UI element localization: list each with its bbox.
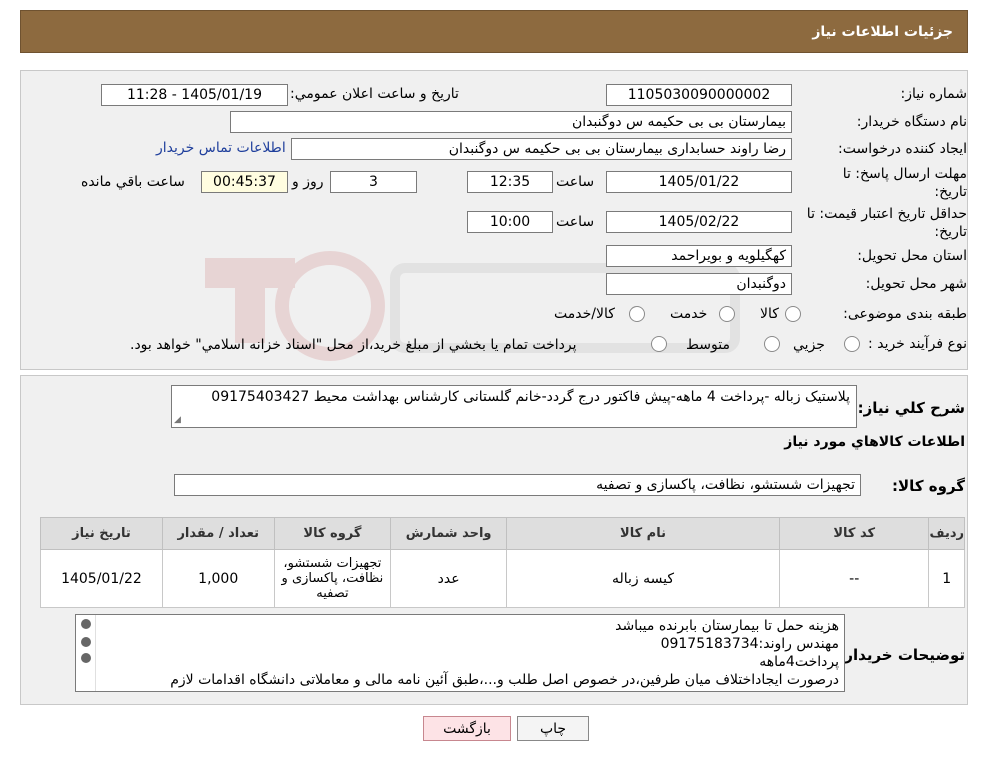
scroll-up-icon[interactable] <box>81 619 91 629</box>
process-medium-radio[interactable] <box>764 336 780 352</box>
category-label: طبقه بندی موضوعی: <box>843 306 967 322</box>
remaining-days-field: 3 <box>330 171 417 193</box>
days-label: روز و <box>292 174 324 190</box>
need-number-label: شماره نیاز: <box>900 86 968 102</box>
row-date-cell: 1405/01/22 <box>40 549 163 608</box>
description-text: پلاستیک زباله -پرداخت 4 ماهه-پیش فاکتور … <box>211 389 850 405</box>
buyer-contact-link[interactable]: اطلاعات تماس خريدار <box>156 140 286 156</box>
need-number-field: 1105030090000002 <box>606 84 792 106</box>
remaining-time-field: 00:45:37 <box>201 171 288 193</box>
goods-table-header: رديف کد کالا نام کالا واحد شمارش گروه کا… <box>40 517 965 550</box>
remaining-time-label: ساعت باقي مانده <box>81 174 185 190</box>
category-goods-radio[interactable] <box>785 306 801 322</box>
validity-date-field: 1405/02/22 <box>606 211 792 233</box>
print-button[interactable]: چاپ <box>517 716 589 741</box>
header-bar: جزئیات اطلاعات نیاز <box>20 10 968 53</box>
row-code-cell: -- <box>778 549 930 608</box>
notes-line: مهندس راوند:09175183734 <box>660 636 839 652</box>
notes-scrollbar[interactable] <box>76 615 96 691</box>
column-header-qty: تعداد / مقدار <box>161 517 275 550</box>
description-label: شرح كلي نياز: <box>857 399 965 417</box>
row-name-cell: کیسه زباله <box>506 549 780 608</box>
deadline-time-label: ساعت <box>556 174 595 190</box>
notes-line: هزینه حمل تا بیمارستان بابرنده میباشد <box>615 618 839 634</box>
row-group-line: تجهیزات شستشو، <box>283 556 382 571</box>
deadline-time-field: 12:35 <box>467 171 553 193</box>
deadline-date-field: 1405/01/22 <box>606 171 792 193</box>
process-medium-label: متوسط <box>686 337 730 353</box>
province-label: استان محل تحويل: <box>857 248 967 264</box>
buyer-notes-label: توضيحات خريدار: <box>838 646 965 664</box>
row-qty-cell: 1,000 <box>161 549 275 608</box>
buyer-org-field: بیمارستان بی بی حکیمه س دوگنبدان <box>230 111 792 133</box>
deadline-label-date: تاريخ: <box>934 184 967 200</box>
process-minor-label: جزيي <box>793 337 825 353</box>
goods-table: رديف کد کالا نام کالا واحد شمارش گروه کا… <box>40 517 965 608</box>
row-index-cell: 1 <box>928 549 965 608</box>
row-group-line: نظافت، پاکسازی و <box>281 571 384 586</box>
category-goods-service-label: کالا/خدمت <box>554 306 615 322</box>
page-title: جزئیات اطلاعات نیاز <box>812 24 953 40</box>
city-field: دوگنبدان <box>606 273 792 295</box>
column-header-index: رديف <box>928 517 965 550</box>
column-header-name: نام کالا <box>506 517 780 550</box>
requester-label: ايجاد کننده درخواست: <box>838 141 967 157</box>
column-header-group: گروه کالا <box>273 517 392 550</box>
category-service-label: خدمت <box>670 306 708 322</box>
row-group-cell: تجهیزات شستشو، نظافت، پاکسازی و تصفیه <box>273 549 392 608</box>
description-textarea[interactable]: پلاستیک زباله -پرداخت 4 ماهه-پیش فاکتور … <box>171 385 857 428</box>
city-label: شهر محل تحويل: <box>865 276 967 292</box>
column-header-unit: واحد شمارش <box>390 517 508 550</box>
row-unit-cell: عدد <box>390 549 508 608</box>
validity-label-date: تاريخ: <box>934 224 967 240</box>
table-row: 1 -- کیسه زباله عدد تجهیزات شستشو، نظافت… <box>40 549 965 608</box>
process-minor-radio[interactable] <box>844 336 860 352</box>
requester-field: رضا راوند حسابداری بیمارستان بی بی حکیمه… <box>291 138 792 160</box>
resize-handle-icon[interactable]: ◢ <box>174 415 181 425</box>
row-group-line: تصفیه <box>316 586 349 601</box>
announce-datetime-label: تاریخ و ساعت اعلان عمومي: <box>290 86 459 102</box>
notes-line: درصورت ایجاداختلاف میان طرفین،در خصوص اص… <box>170 672 839 688</box>
notes-line: پرداخت4ماهه <box>759 654 839 670</box>
process-type-label: نوع فرآيند خريد : <box>868 336 967 352</box>
goods-group-field: تجهیزات شستشو، نظافت، پاکسازی و تصفیه <box>174 474 861 496</box>
deadline-label: مهلت ارسال پاسخ: تا <box>842 166 967 182</box>
buyer-notes-textarea[interactable]: هزینه حمل تا بیمارستان بابرنده میباشد مه… <box>75 614 845 692</box>
validity-time-label: ساعت <box>556 214 595 230</box>
validity-label: حداقل تاريخ اعتبار قيمت: تا <box>806 206 967 222</box>
category-goods-service-radio[interactable] <box>629 306 645 322</box>
treasury-payment-checkbox[interactable] <box>651 336 667 352</box>
category-goods-label: کالا <box>760 306 779 322</box>
province-field: کهگیلویه و بویراحمد <box>606 245 792 267</box>
buyer-notes-text: هزینه حمل تا بیمارستان بابرنده میباشد مه… <box>99 617 839 689</box>
validity-time-field: 10:00 <box>467 211 553 233</box>
buyer-org-label: نام دستگاه خريدار: <box>856 114 967 130</box>
category-service-radio[interactable] <box>719 306 735 322</box>
goods-section-title: اطلاعات كالاهاي مورد نياز <box>784 434 965 450</box>
scroll-down-icon[interactable] <box>81 653 91 663</box>
back-button[interactable]: بازگشت <box>423 716 511 741</box>
scroll-thumb-icon[interactable] <box>81 637 91 647</box>
announce-datetime-field: 1405/01/19 - 11:28 <box>101 84 288 106</box>
column-header-code: کد کالا <box>778 517 930 550</box>
treasury-payment-note: پرداخت تمام يا بخشي از مبلغ خريد،از محل … <box>130 337 577 353</box>
goods-group-label: گروه کالا: <box>892 477 965 495</box>
column-header-date: تاریخ نیاز <box>40 517 163 550</box>
